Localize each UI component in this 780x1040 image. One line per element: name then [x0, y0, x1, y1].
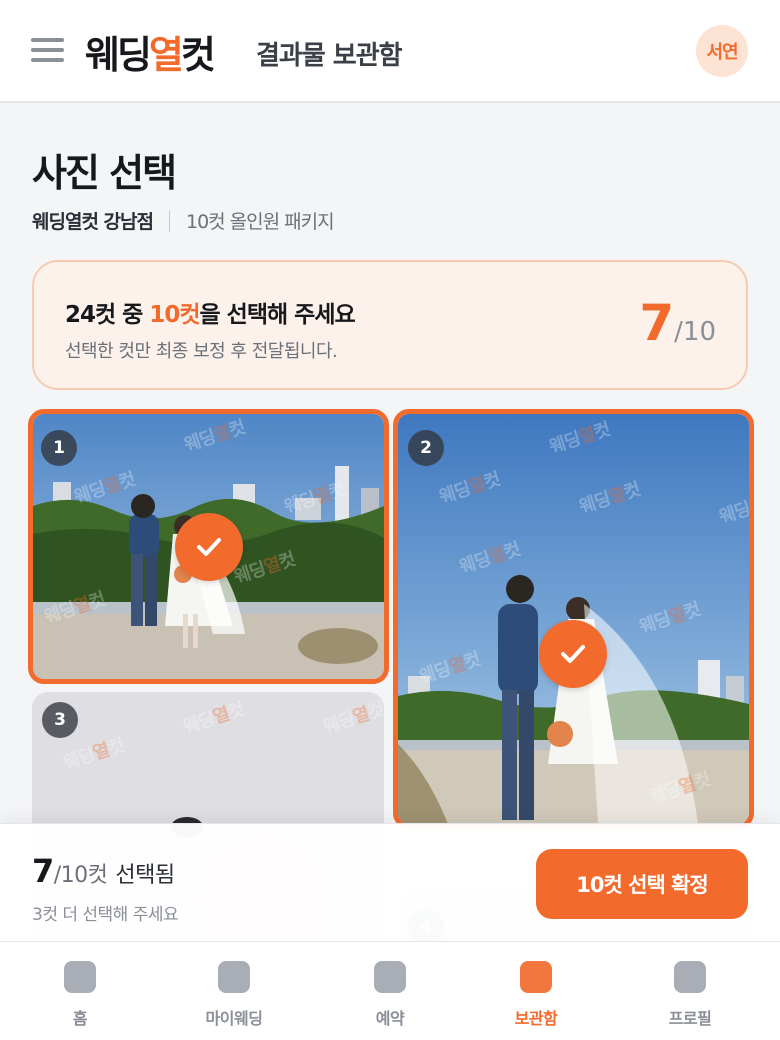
selection-summary: 7/10컷 선택됨	[32, 852, 175, 890]
studio-name: 웨딩열컷 강남점	[32, 211, 154, 233]
checkmark-icon[interactable]	[539, 620, 607, 688]
package-name: 10컷 올인원 패키지	[185, 211, 335, 233]
photo-number-badge: 3	[42, 702, 78, 738]
logo[interactable]: 웨딩열컷	[85, 24, 216, 79]
selected-count: 7	[639, 294, 675, 352]
header-title: 결과물 보관함	[256, 41, 403, 71]
photo-number-badge: 1	[41, 430, 77, 466]
total-count: /10	[674, 317, 716, 347]
bottom-tab-bar: 홈 마이웨딩 예약 보관함 프로필	[0, 941, 780, 1040]
photo-card-2[interactable]: 웨딩열컷 웨딩열컷 웨딩열컷 웨딩열컷 웨딩열컷 웨딩열컷 웨딩열컷 웨딩열컷 …	[393, 409, 754, 829]
checkmark-icon[interactable]	[175, 513, 243, 581]
page-title: 사진 선택	[32, 151, 177, 195]
photo-number-badge: 2	[408, 430, 444, 466]
remaining-hint: 3컷 더 선택해 주세요	[32, 905, 179, 925]
selection-action-bar: 7/10컷 선택됨 3컷 더 선택해 주세요 10컷 선택 확정	[0, 823, 780, 941]
avatar[interactable]: 서연	[696, 25, 748, 77]
wedding-photo-2	[398, 414, 749, 824]
photo-card-1[interactable]: 웨딩열컷 웨딩열컷 웨딩열컷 웨딩열컷 웨딩열컷 1	[28, 409, 389, 684]
tab-profile[interactable]: 프로필	[612, 942, 768, 1040]
profile-icon	[674, 961, 706, 993]
app-header: 웨딩열컷 결과물 보관함 서연	[0, 0, 780, 103]
selection-instruction: 24컷 중 10컷을 선택해 주세요	[65, 302, 356, 328]
confirm-selection-button[interactable]: 10컷 선택 확정	[536, 849, 748, 919]
hamburger-icon[interactable]	[31, 36, 64, 64]
selection-note: 선택한 컷만 최종 보정 후 전달됩니다.	[65, 341, 338, 362]
divider	[168, 209, 170, 232]
my-wedding-icon	[218, 961, 250, 993]
tab-my-wedding[interactable]: 마이웨딩	[156, 942, 312, 1040]
tab-reservation[interactable]: 예약	[312, 942, 468, 1040]
selection-info-card: 24컷 중 10컷을 선택해 주세요 선택한 컷만 최종 보정 후 전달됩니다.…	[32, 260, 748, 390]
selection-counter: 7/10	[639, 294, 716, 352]
tab-storage[interactable]: 보관함	[458, 942, 614, 1040]
package-info: 웨딩열컷 강남점 10컷 올인원 패키지	[32, 207, 335, 234]
tab-home[interactable]: 홈	[2, 942, 158, 1040]
home-icon	[64, 961, 96, 993]
storage-icon	[520, 961, 552, 993]
reservation-icon	[374, 961, 406, 993]
